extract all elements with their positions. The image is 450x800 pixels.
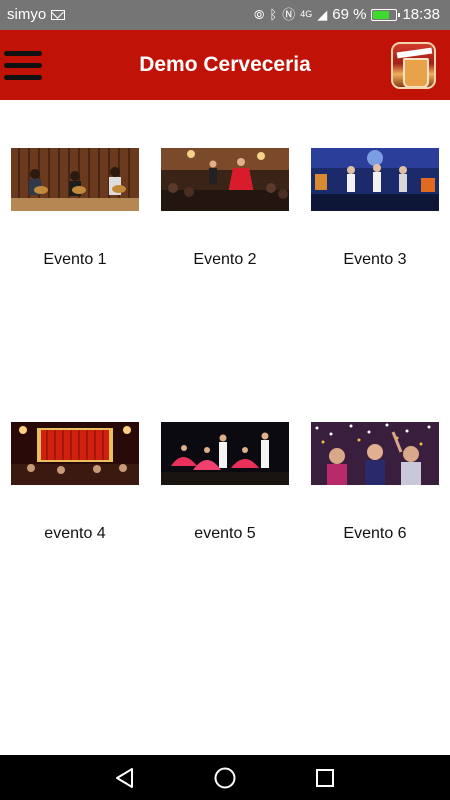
status-bar: simyo ⦾ ᛒ Ⓝ 4G ◢ 69 % 18:38 bbox=[0, 0, 450, 30]
event-label-3: Evento 3 bbox=[343, 251, 407, 268]
event-label-1: Evento 1 bbox=[43, 251, 107, 268]
hamburger-menu-icon[interactable] bbox=[4, 51, 42, 81]
battery-percent: 69 % bbox=[332, 6, 367, 23]
event-image-5 bbox=[161, 422, 289, 485]
event-image-4 bbox=[11, 422, 139, 485]
network-type: 4G bbox=[300, 9, 313, 19]
navigation-bar bbox=[0, 755, 450, 800]
hotspot-icon: ⦾ bbox=[254, 7, 265, 22]
status-right: ⦾ ᛒ Ⓝ 4G ◢ 69 % 18:38 bbox=[254, 6, 440, 23]
app-title: Demo Cerveceria bbox=[139, 53, 311, 76]
event-image-6 bbox=[311, 422, 439, 485]
app-logo[interactable] bbox=[391, 42, 436, 89]
battery-icon bbox=[371, 8, 401, 21]
status-left: simyo bbox=[7, 6, 66, 23]
event-card-3[interactable]: Evento 3 bbox=[311, 148, 439, 268]
battery-fill bbox=[373, 10, 389, 19]
event-image-3 bbox=[311, 148, 439, 211]
event-card-1[interactable]: Evento 1 bbox=[11, 148, 139, 268]
mail-icon bbox=[51, 9, 66, 20]
app-bar: Demo Cerveceria bbox=[0, 30, 450, 100]
bluetooth-icon: ᛒ bbox=[269, 7, 278, 22]
carrier-name: simyo bbox=[7, 6, 47, 23]
nfc-icon: Ⓝ bbox=[282, 7, 296, 22]
event-card-4[interactable]: evento 4 bbox=[11, 422, 139, 542]
event-label-2: Evento 2 bbox=[193, 251, 257, 268]
event-label-6: Evento 6 bbox=[343, 525, 407, 542]
event-label-5: evento 5 bbox=[194, 525, 256, 542]
event-card-2[interactable]: Evento 2 bbox=[161, 148, 289, 268]
back-icon[interactable] bbox=[113, 766, 137, 790]
event-label-4: evento 4 bbox=[44, 525, 106, 542]
signal-icon: ◢ bbox=[317, 7, 328, 22]
clock: 18:38 bbox=[402, 6, 440, 23]
event-card-5[interactable]: evento 5 bbox=[161, 422, 289, 542]
event-image-2 bbox=[161, 148, 289, 211]
event-card-6[interactable]: Evento 6 bbox=[311, 422, 439, 542]
home-icon[interactable] bbox=[213, 766, 237, 790]
event-image-1 bbox=[11, 148, 139, 211]
recents-icon[interactable] bbox=[313, 766, 337, 790]
